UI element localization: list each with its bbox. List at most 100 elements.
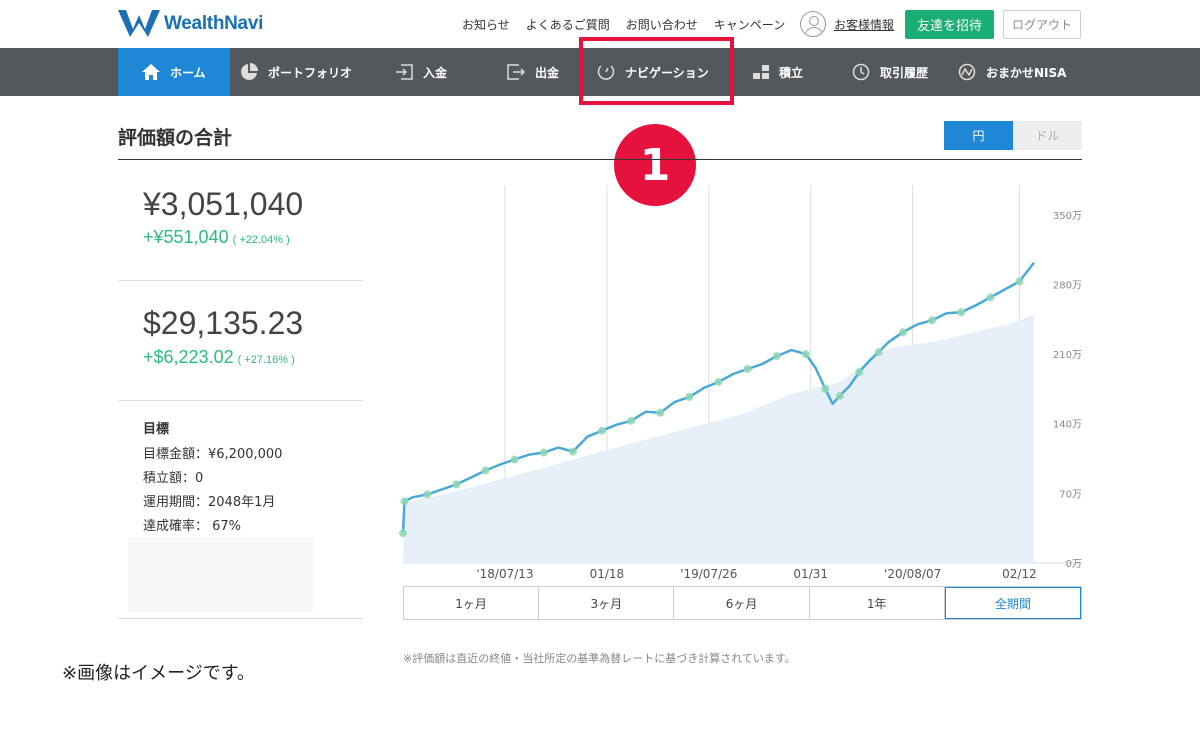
withdraw-icon bbox=[507, 64, 525, 80]
valuation-point bbox=[714, 377, 723, 386]
period-tab-3m[interactable]: 3ヶ月 bbox=[539, 587, 675, 619]
yen-toggle-button[interactable]: 円 bbox=[944, 121, 1013, 150]
valuation-point bbox=[481, 466, 490, 475]
valuation-point bbox=[510, 455, 519, 464]
nav-item-deposit[interactable]: 入金 bbox=[395, 48, 447, 96]
achievement-probability: 達成確率： 67% bbox=[143, 519, 242, 534]
valuation-point bbox=[656, 408, 665, 417]
valuation-chart: 0万 70万 140万 210万 280万 350万 '18/07/13 01/18 '19/0… bbox=[0, 0, 1200, 736]
period-tab-all[interactable]: 全期間 bbox=[944, 587, 1082, 619]
nav-item-portfolio[interactable]: ポートフォリオ bbox=[240, 48, 352, 96]
valuation-point bbox=[1015, 277, 1024, 286]
period-tabs: 1ヶ月 3ヶ月 6ヶ月 1年 全期間 bbox=[403, 586, 1082, 620]
period-tab-1m[interactable]: 1ヶ月 bbox=[404, 587, 540, 619]
period-tab-1y[interactable]: 1年 bbox=[810, 587, 945, 619]
step-number-badge: 1 bbox=[614, 124, 696, 206]
nav-item-savings[interactable]: 積立 bbox=[753, 48, 803, 96]
usd-total-value: $29,135.23 bbox=[143, 305, 304, 341]
yen-gain: +¥551,040( +22.04% ) bbox=[143, 227, 290, 248]
nav-label: 出金 bbox=[535, 65, 560, 80]
user-avatar-icon bbox=[800, 11, 826, 37]
account-menu[interactable]: お客様情報 bbox=[800, 11, 894, 37]
page-title: 評価額の合計 bbox=[118, 127, 233, 149]
nav-label: ポートフォリオ bbox=[268, 65, 353, 80]
navigation-highlight-box bbox=[579, 37, 734, 105]
goal-heading: 目標 bbox=[143, 422, 170, 437]
nav-label: 積立 bbox=[779, 65, 804, 80]
valuation-point bbox=[957, 308, 966, 317]
wealthnavi-logo[interactable]: WealthNavi bbox=[118, 10, 263, 37]
monthly-contribution: 積立額：0 bbox=[143, 471, 204, 486]
nav-label: おまかせNISA bbox=[986, 65, 1067, 80]
yen-gain-percent: ( +22.04% ) bbox=[232, 234, 290, 246]
nav-item-home[interactable]: ホーム bbox=[118, 48, 230, 96]
top-links: お知らせ よくあるご質問 お問い合わせ キャンペーン bbox=[462, 16, 801, 33]
nav-label: 入金 bbox=[423, 65, 448, 80]
summary-divider bbox=[118, 280, 363, 281]
principal-area bbox=[403, 314, 1034, 563]
valuation-point bbox=[685, 392, 694, 401]
valuation-point bbox=[598, 426, 607, 435]
nisa-icon bbox=[958, 63, 976, 81]
news-link[interactable]: お知らせ bbox=[462, 16, 510, 33]
x-tick-label: 01/31 bbox=[793, 567, 828, 581]
y-tick-label: 70万 bbox=[1059, 489, 1082, 500]
usd-gain-amount: +$6,223.02 bbox=[143, 347, 234, 367]
goal-amount: 目標金額：¥6,200,000 bbox=[143, 447, 283, 462]
currency-toggle: 円 ドル bbox=[944, 121, 1082, 150]
valuation-point bbox=[855, 368, 864, 377]
x-tick-label: '19/07/26 bbox=[680, 567, 737, 581]
pie-chart-icon bbox=[241, 63, 258, 80]
logout-button[interactable]: ログアウト bbox=[1003, 10, 1081, 39]
contact-link[interactable]: お問い合わせ bbox=[626, 16, 698, 33]
dollar-toggle-button[interactable]: ドル bbox=[1013, 121, 1082, 150]
faq-link[interactable]: よくあるご質問 bbox=[526, 16, 610, 33]
valuation-point bbox=[821, 384, 830, 393]
nav-item-nisa[interactable]: おまかせNISA bbox=[958, 48, 1066, 96]
valuation-point bbox=[399, 529, 407, 538]
summary-divider bbox=[118, 400, 363, 401]
y-tick-label: 0万 bbox=[1066, 559, 1082, 570]
campaign-link[interactable]: キャンペーン bbox=[714, 16, 785, 33]
valuation-chart-svg: 0万 70万 140万 210万 280万 350万 '18/07/13 01/18 '19/0… bbox=[399, 185, 1082, 581]
valuation-point bbox=[743, 365, 752, 374]
nav-label: 取引履歴 bbox=[880, 65, 929, 80]
account-link[interactable]: お客様情報 bbox=[834, 16, 894, 33]
image-caption: ※画像はイメージです。 bbox=[62, 663, 255, 684]
blurred-panel bbox=[128, 537, 313, 612]
invite-friend-button[interactable]: 友達を招待 bbox=[905, 10, 994, 39]
y-tick-label: 280万 bbox=[1053, 280, 1082, 291]
valuation-point bbox=[801, 350, 810, 359]
valuation-point bbox=[928, 316, 937, 325]
history-icon bbox=[852, 63, 870, 81]
valuation-point bbox=[539, 448, 548, 457]
valuation-line bbox=[401, 261, 1035, 534]
nav-label: ホーム bbox=[170, 65, 206, 80]
x-tick-label: '18/07/13 bbox=[476, 567, 533, 581]
y-tick-label: 210万 bbox=[1053, 350, 1082, 361]
deposit-icon bbox=[396, 64, 413, 80]
stack-icon bbox=[753, 65, 769, 79]
period-tab-6m[interactable]: 6ヶ月 bbox=[674, 587, 810, 619]
valuation-note: ※評価額は直近の終値・当社所定の基準為替レートに基づき計算されています。 bbox=[403, 652, 796, 665]
x-tick-label: 02/12 bbox=[1002, 567, 1037, 581]
y-tick-label: 140万 bbox=[1053, 420, 1082, 431]
nav-item-history[interactable]: 取引履歴 bbox=[852, 48, 928, 96]
x-tick-label: '20/08/07 bbox=[884, 567, 941, 581]
valuation-point bbox=[898, 328, 907, 337]
nav-item-withdraw[interactable]: 出金 bbox=[507, 48, 559, 96]
title-divider bbox=[118, 159, 1082, 160]
yen-total-value: ¥3,051,040 bbox=[143, 186, 304, 222]
summary-divider bbox=[118, 618, 363, 619]
valuation-point bbox=[452, 480, 461, 489]
usd-gain: +$6,223.02( +27.16% ) bbox=[143, 347, 295, 368]
valuation-point bbox=[627, 416, 636, 425]
y-tick-label: 350万 bbox=[1053, 211, 1082, 222]
valuation-point bbox=[874, 348, 883, 357]
wealthnavi-logo-icon bbox=[118, 10, 160, 37]
yen-gain-amount: +¥551,040 bbox=[143, 227, 229, 247]
valuation-point bbox=[772, 352, 781, 361]
usd-gain-percent: ( +27.16% ) bbox=[237, 354, 295, 366]
valuation-point bbox=[423, 490, 432, 499]
valuation-point bbox=[568, 447, 577, 456]
